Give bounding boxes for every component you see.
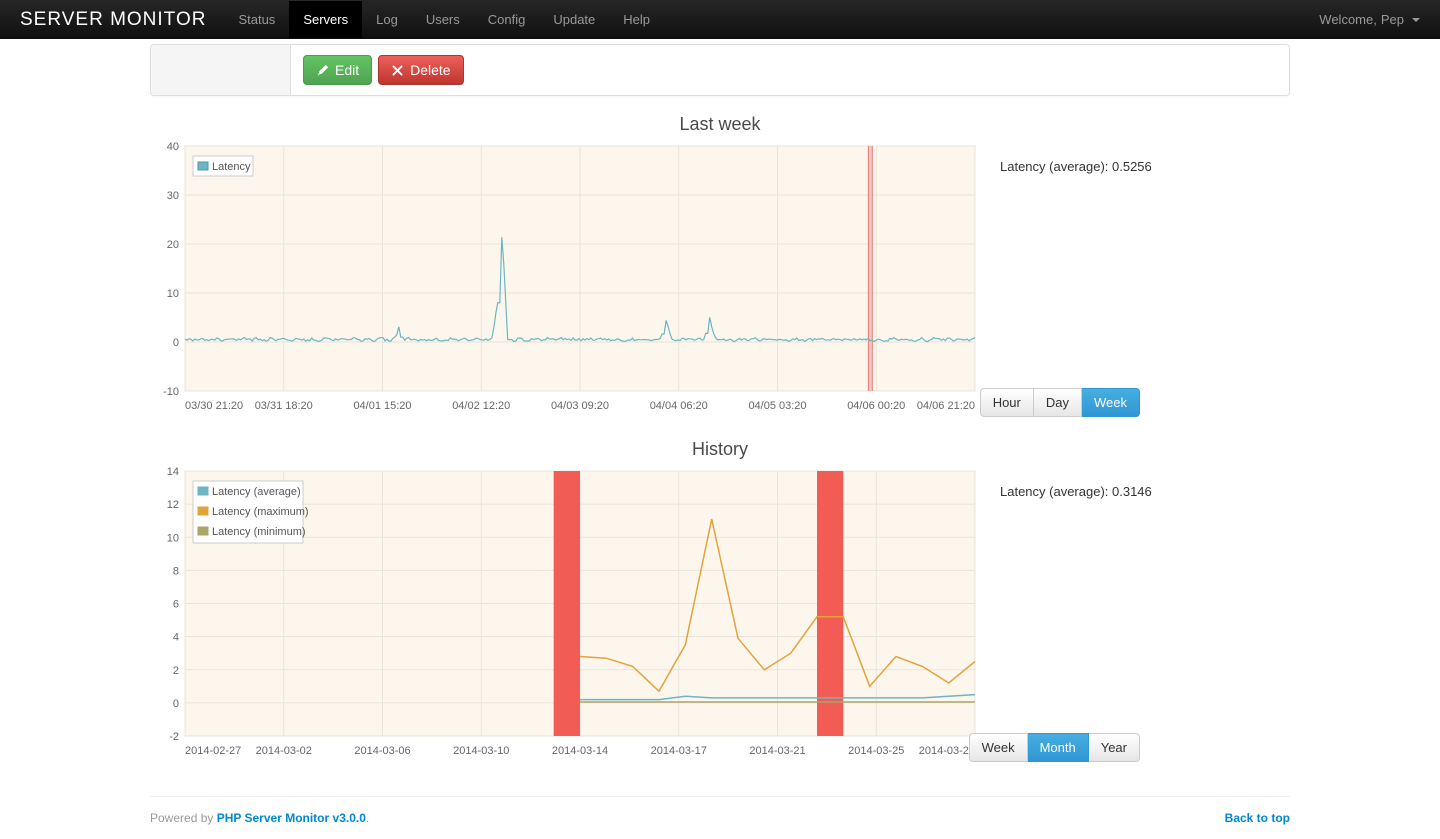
chart-history-plot: -2 0 2 4 6 8 10 12 14 2014-02-27 2014-03-02 2014-03… bbox=[150, 466, 980, 766]
server-panel-sidebar bbox=[151, 45, 291, 95]
user-welcome-prefix: Welcome, bbox=[1319, 12, 1377, 27]
footer: Powered by PHP Server Monitor v3.0.0. Ba… bbox=[150, 796, 1290, 839]
chart-history-avg-label: Latency (average): 0.3146 bbox=[1000, 484, 1290, 499]
svg-text:40: 40 bbox=[167, 141, 179, 153]
svg-text:30: 30 bbox=[167, 190, 179, 202]
range-button-hour[interactable]: Hour bbox=[980, 388, 1034, 417]
chart-week-plot: -10 0 10 20 30 40 03/30 21:20 03/31 18:20 04/01 … bbox=[150, 141, 980, 421]
svg-text:6: 6 bbox=[173, 599, 179, 611]
chart-history: -2 0 2 4 6 8 10 12 14 2014-02-27 2014-03-02 2014-03… bbox=[150, 466, 1290, 766]
footer-powered-prefix: Powered by bbox=[150, 811, 217, 825]
edit-icon bbox=[316, 64, 329, 77]
svg-text:2014-03-14: 2014-03-14 bbox=[552, 745, 608, 757]
nav-item-update[interactable]: Update bbox=[539, 1, 609, 38]
svg-text:03/31 18:20: 03/31 18:20 bbox=[255, 400, 313, 412]
svg-text:2014-03-25: 2014-03-25 bbox=[848, 745, 904, 757]
svg-text:2014-03-10: 2014-03-10 bbox=[453, 745, 509, 757]
svg-text:04/06 00:20: 04/06 00:20 bbox=[847, 400, 905, 412]
svg-text:0: 0 bbox=[173, 337, 179, 349]
svg-text:-2: -2 bbox=[169, 731, 179, 743]
close-icon bbox=[391, 64, 404, 77]
svg-text:12: 12 bbox=[167, 499, 179, 511]
nav-item-servers[interactable]: Servers bbox=[289, 1, 362, 38]
nav-item-status[interactable]: Status bbox=[224, 1, 289, 38]
chart-history-range-buttons: WeekMonthYear bbox=[969, 733, 1140, 762]
chart-week-title: Last week bbox=[150, 114, 1290, 135]
footer-powered: Powered by PHP Server Monitor v3.0.0. bbox=[150, 811, 369, 825]
svg-text:10: 10 bbox=[167, 288, 179, 300]
svg-text:2014-02-27: 2014-02-27 bbox=[185, 745, 241, 757]
svg-text:2014-03-06: 2014-03-06 bbox=[354, 745, 410, 757]
chart-week: -10 0 10 20 30 40 03/30 21:20 03/31 18:20 04/01 … bbox=[150, 141, 1290, 421]
svg-text:04/04 06:20: 04/04 06:20 bbox=[650, 400, 708, 412]
svg-text:03/30 21:20: 03/30 21:20 bbox=[185, 400, 243, 412]
nav-item-help[interactable]: Help bbox=[609, 1, 664, 38]
chart-week-avg-label: Latency (average): 0.5256 bbox=[1000, 159, 1290, 174]
svg-text:Latency: Latency bbox=[212, 161, 251, 173]
delete-button[interactable]: Delete bbox=[378, 55, 463, 85]
nav-item-log[interactable]: Log bbox=[362, 1, 412, 38]
server-actions-panel: Edit Delete bbox=[150, 44, 1290, 96]
svg-text:4: 4 bbox=[173, 632, 179, 644]
range-button-month[interactable]: Month bbox=[1028, 733, 1089, 762]
brand: SERVER MONITOR bbox=[20, 9, 206, 31]
user-menu[interactable]: Welcome, Pep bbox=[1319, 12, 1420, 27]
back-to-top-link[interactable]: Back to top bbox=[1225, 811, 1290, 825]
svg-text:04/06 21:20: 04/06 21:20 bbox=[917, 400, 975, 412]
svg-text:2014-03-29: 2014-03-29 bbox=[919, 745, 975, 757]
edit-button[interactable]: Edit bbox=[303, 55, 372, 85]
range-button-week[interactable]: Week bbox=[1082, 388, 1140, 417]
range-button-day[interactable]: Day bbox=[1034, 388, 1082, 417]
svg-text:2014-03-17: 2014-03-17 bbox=[651, 745, 707, 757]
svg-text:10: 10 bbox=[167, 532, 179, 544]
range-button-week[interactable]: Week bbox=[969, 733, 1028, 762]
svg-text:04/02 12:20: 04/02 12:20 bbox=[452, 400, 510, 412]
svg-text:Latency (minimum): Latency (minimum) bbox=[212, 526, 306, 538]
nav-item-users[interactable]: Users bbox=[412, 1, 474, 38]
chart-history-title: History bbox=[150, 439, 1290, 460]
svg-text:14: 14 bbox=[167, 466, 179, 478]
svg-text:2014-03-21: 2014-03-21 bbox=[749, 745, 805, 757]
svg-text:Latency (maximum): Latency (maximum) bbox=[212, 506, 309, 518]
navbar: SERVER MONITOR StatusServersLogUsersConf… bbox=[0, 0, 1440, 39]
svg-text:04/03 09:20: 04/03 09:20 bbox=[551, 400, 609, 412]
chart-week-range-buttons: HourDayWeek bbox=[980, 388, 1140, 417]
delete-button-label: Delete bbox=[410, 62, 450, 78]
range-button-year[interactable]: Year bbox=[1089, 733, 1140, 762]
nav-items: StatusServersLogUsersConfigUpdateHelp bbox=[224, 1, 1319, 38]
svg-text:-10: -10 bbox=[163, 386, 179, 398]
svg-text:04/05 03:20: 04/05 03:20 bbox=[748, 400, 806, 412]
svg-text:20: 20 bbox=[167, 239, 179, 251]
footer-powered-link[interactable]: PHP Server Monitor v3.0.0 bbox=[217, 811, 366, 825]
chevron-down-icon bbox=[1412, 18, 1420, 22]
svg-text:8: 8 bbox=[173, 565, 179, 577]
svg-text:04/01 15:20: 04/01 15:20 bbox=[353, 400, 411, 412]
nav-item-config[interactable]: Config bbox=[474, 1, 540, 38]
svg-text:2: 2 bbox=[173, 665, 179, 677]
svg-text:0: 0 bbox=[173, 698, 179, 710]
user-name: Pep bbox=[1381, 12, 1404, 27]
svg-text:Latency (average): Latency (average) bbox=[212, 486, 301, 498]
svg-text:2014-03-02: 2014-03-02 bbox=[256, 745, 312, 757]
edit-button-label: Edit bbox=[335, 62, 359, 78]
